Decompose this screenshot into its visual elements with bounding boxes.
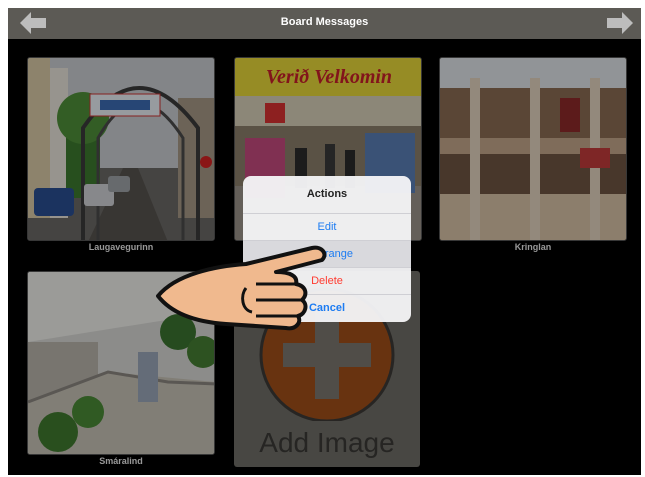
page-title: Board Messages xyxy=(280,16,369,28)
title-bar: Board Messages xyxy=(8,8,641,39)
app-frame: Board Messages Verið Velkomin Laugavegur… xyxy=(8,8,641,475)
pointing-hand-icon xyxy=(156,245,327,331)
actions-title: Actions xyxy=(306,188,348,200)
forward-arrow-icon[interactable] xyxy=(607,12,633,34)
